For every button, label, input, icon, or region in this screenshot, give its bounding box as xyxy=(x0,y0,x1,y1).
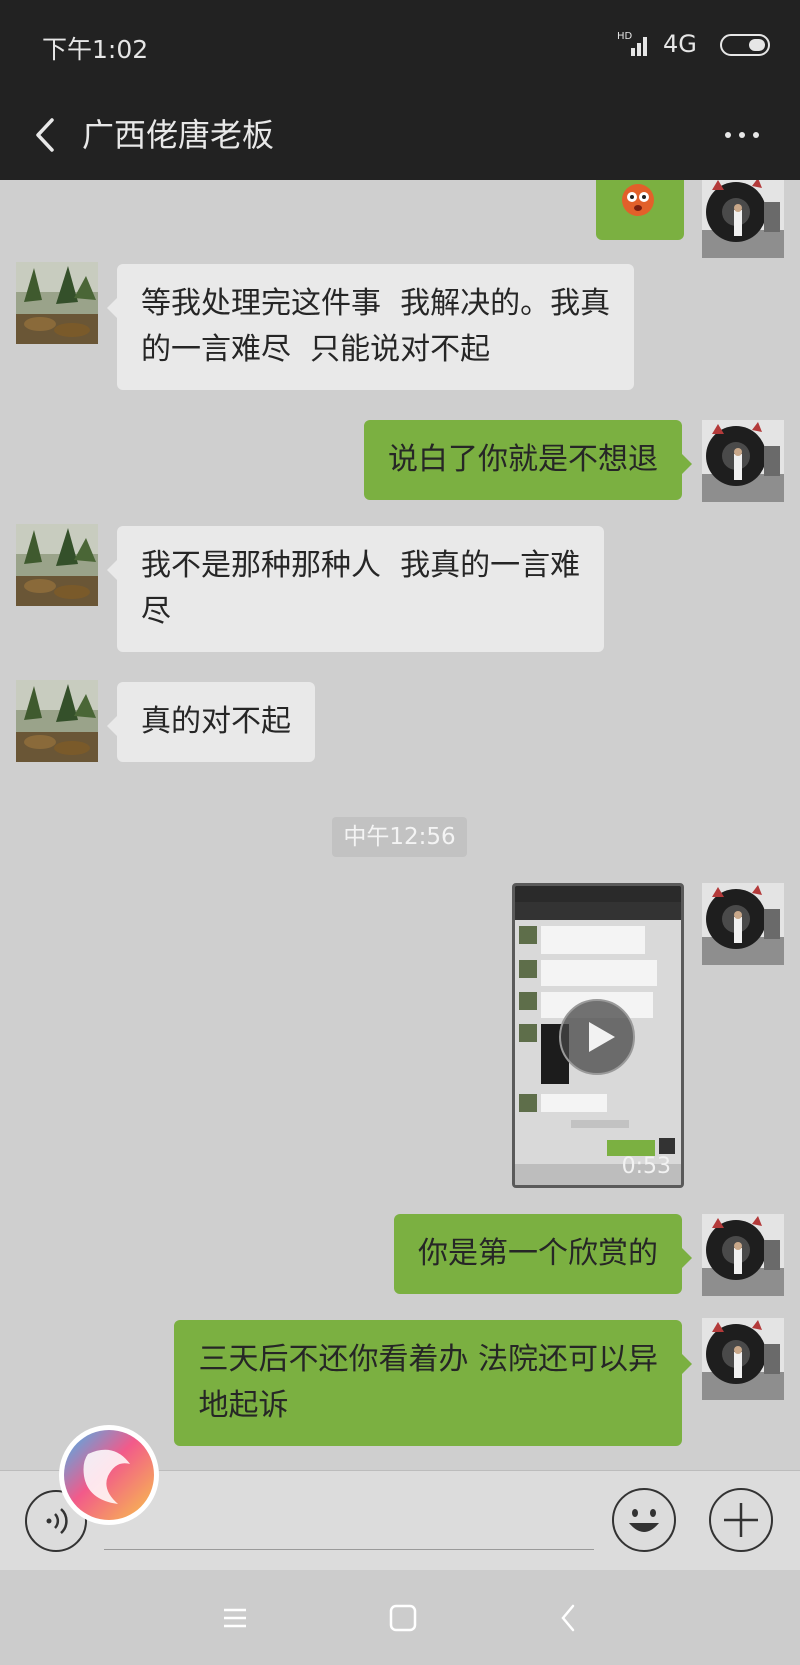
outgoing-emoji-bubble[interactable] xyxy=(596,180,684,240)
incoming-message[interactable]: 我不是那种那种人 我真的一言难 尽 xyxy=(106,526,605,652)
play-icon[interactable] xyxy=(558,998,636,1076)
status-time: 下午1:02 xyxy=(42,35,149,64)
system-nav-bar xyxy=(0,1570,800,1665)
more-dots-icon[interactable] xyxy=(712,110,772,160)
signal-icon: HD xyxy=(617,31,647,56)
emoji-icon[interactable] xyxy=(611,1487,677,1553)
status-bar: 下午1:02 HD 4G xyxy=(0,0,800,90)
network-type: 4G xyxy=(663,30,697,58)
outgoing-message[interactable]: 你是第一个欣赏的 xyxy=(394,1214,692,1294)
message-timestamp: 中午12:56 xyxy=(332,817,467,857)
self-avatar[interactable] xyxy=(702,1318,784,1400)
svg-text:HD: HD xyxy=(617,31,633,42)
contact-avatar[interactable] xyxy=(16,262,98,344)
contact-avatar[interactable] xyxy=(16,680,98,762)
battery-icon xyxy=(720,34,770,56)
home-icon[interactable] xyxy=(385,1600,421,1636)
message-list[interactable]: 等我处理完这件事 我解决的。我真 的一言难尽 只能说对不起 说白了你就是不想退 … xyxy=(0,180,800,1470)
contact-avatar[interactable] xyxy=(16,524,98,606)
plus-icon[interactable] xyxy=(708,1487,774,1553)
self-avatar[interactable] xyxy=(702,420,784,502)
self-avatar[interactable] xyxy=(702,883,784,965)
assistant-ball-icon[interactable] xyxy=(58,1424,160,1526)
system-back-icon[interactable] xyxy=(555,1600,581,1636)
message-input[interactable] xyxy=(104,1549,594,1550)
video-message[interactable]: 0:53 xyxy=(512,883,684,1188)
chat-header: 广西佬唐老板 xyxy=(0,90,800,180)
outgoing-message[interactable]: 三天后不还你看着办 法院还可以异 地起诉 xyxy=(174,1320,692,1446)
self-avatar[interactable] xyxy=(702,1214,784,1296)
emoji-face-icon xyxy=(622,184,654,216)
video-duration: 0:53 xyxy=(621,1154,671,1179)
outgoing-message[interactable]: 说白了你就是不想退 xyxy=(364,420,692,500)
incoming-message[interactable]: 真的对不起 xyxy=(107,682,315,762)
self-avatar[interactable] xyxy=(702,180,784,258)
chat-title: 广西佬唐老板 xyxy=(82,116,275,154)
incoming-message[interactable]: 等我处理完这件事 我解决的。我真 的一言难尽 只能说对不起 xyxy=(106,264,635,390)
menu-icon[interactable] xyxy=(218,1602,252,1634)
back-arrow-icon[interactable] xyxy=(22,110,72,160)
